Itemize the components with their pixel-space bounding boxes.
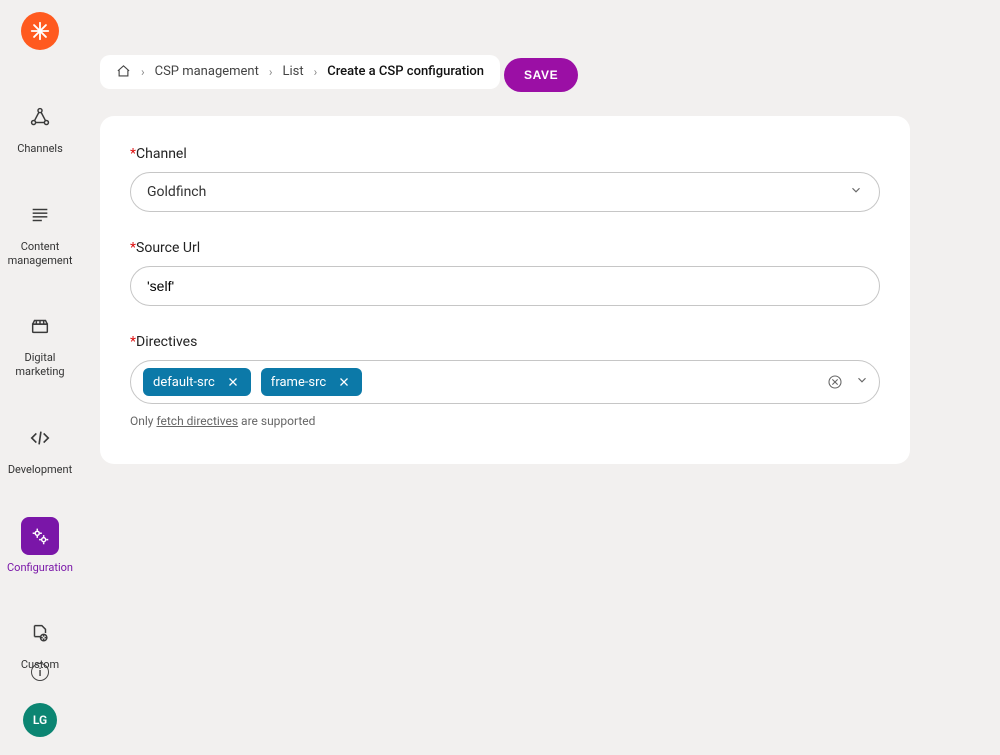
configuration-icon [21, 517, 59, 555]
breadcrumb-link-list[interactable]: List [282, 64, 303, 79]
development-icon [21, 419, 59, 457]
main-content: › CSP management › List › Create a CSP c… [80, 0, 1000, 755]
sidebar-item-label: Configuration [3, 561, 77, 575]
tag-remove-icon[interactable] [225, 374, 241, 390]
home-icon[interactable] [116, 64, 131, 79]
channel-select[interactable]: Goldfinch [130, 172, 880, 212]
field-directives: *Directives default-src frame-src [130, 334, 880, 428]
info-button[interactable]: i [31, 663, 49, 681]
source-url-input[interactable] [147, 278, 863, 294]
directive-tag-label: default-src [153, 375, 215, 390]
sidebar-item-label: Channels [13, 142, 67, 156]
sidebar-item-label: Content management [0, 240, 80, 268]
sidebar-item-content-management[interactable]: Content management [0, 196, 80, 268]
breadcrumb: › CSP management › List › Create a CSP c… [100, 55, 500, 89]
directive-tag: default-src [143, 368, 251, 396]
source-url-input-wrapper [130, 266, 880, 306]
source-url-label: *Source Url [130, 240, 880, 256]
directives-label: *Directives [130, 334, 880, 350]
sidebar-item-label: Development [4, 463, 76, 477]
custom-icon [21, 614, 59, 652]
form-card: *Channel Goldfinch *Source Url [100, 116, 910, 464]
breadcrumb-separator: › [314, 65, 318, 79]
directives-tagbox[interactable]: default-src frame-src [130, 360, 880, 404]
chevron-down-icon [849, 183, 863, 201]
directive-tag-label: frame-src [271, 375, 326, 390]
logo-asterisk-icon [29, 20, 51, 42]
breadcrumb-separator: › [141, 65, 145, 79]
sidebar-item-label: Digital marketing [0, 351, 80, 379]
app-logo[interactable] [21, 12, 59, 50]
sidebar-item-development[interactable]: Development [0, 419, 80, 477]
user-avatar[interactable]: LG [23, 703, 57, 737]
breadcrumb-current: Create a CSP configuration [327, 64, 484, 79]
content-management-icon [21, 196, 59, 234]
sidebar-item-configuration[interactable]: Configuration [0, 517, 80, 575]
sidebar: Channels Content management [0, 0, 80, 755]
fetch-directives-link[interactable]: fetch directives [156, 414, 238, 428]
channel-label: *Channel [130, 146, 880, 162]
clear-all-icon[interactable] [827, 374, 843, 390]
field-source-url: *Source Url [130, 240, 880, 306]
directives-helper-text: Only fetch directives are supported [130, 414, 880, 428]
field-channel: *Channel Goldfinch [130, 146, 880, 212]
channels-icon [21, 98, 59, 136]
sidebar-item-channels[interactable]: Channels [0, 98, 80, 156]
digital-marketing-icon [21, 307, 59, 345]
save-button[interactable]: SAVE [504, 58, 578, 92]
chevron-down-icon[interactable] [855, 373, 869, 391]
breadcrumb-separator: › [269, 65, 273, 79]
directive-tag: frame-src [261, 368, 362, 396]
channel-select-value: Goldfinch [147, 184, 206, 200]
tag-remove-icon[interactable] [336, 374, 352, 390]
breadcrumb-link-csp-management[interactable]: CSP management [155, 64, 259, 79]
sidebar-item-digital-marketing[interactable]: Digital marketing [0, 307, 80, 379]
